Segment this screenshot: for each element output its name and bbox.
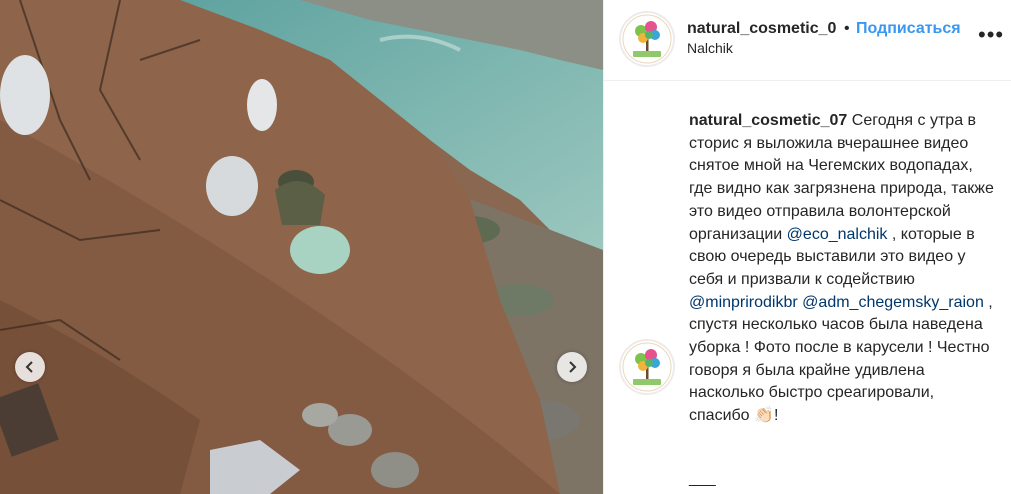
mention-link[interactable]: @minprirodikbr: [689, 294, 798, 311]
chevron-left-icon: [25, 361, 33, 373]
caption-divider-text: ___: [689, 470, 716, 487]
post-username[interactable]: natural_cosmetic_0: [687, 20, 836, 38]
clap-emoji-icon: 👏🏻: [754, 407, 774, 425]
photo-illustration: [0, 0, 603, 494]
caption-text: Сегодня с утра в сторис я выложила вчера…: [689, 112, 994, 243]
caption-author[interactable]: natural_cosmetic_07: [689, 112, 847, 129]
eco-cosmetics-logo-icon: [622, 342, 672, 392]
post-side-panel: natural_cosmetic_0 • Подписаться Nalchik…: [603, 0, 1011, 494]
more-options-icon[interactable]: •••: [978, 24, 1004, 46]
eco-cosmetics-logo-icon: [622, 14, 672, 64]
caption-end: !: [773, 407, 779, 425]
post-location[interactable]: Nalchik: [687, 40, 733, 56]
mention-link[interactable]: @adm_chegemsky_raion: [802, 294, 984, 311]
carousel-prev-button[interactable]: [15, 352, 45, 382]
avatar[interactable]: [619, 11, 675, 67]
post-header: natural_cosmetic_0 • Подписаться Nalchik…: [604, 0, 1011, 81]
post-caption: natural_cosmetic_07 Сегодня с утра в сто…: [689, 110, 994, 428]
follow-button[interactable]: Подписаться: [856, 20, 961, 38]
caption-avatar[interactable]: [619, 339, 675, 395]
caption-text: , спустя несколько часов была наведена у…: [689, 293, 993, 425]
carousel-next-button[interactable]: [557, 352, 587, 382]
mention-link[interactable]: @eco_nalchik: [787, 226, 888, 243]
post-photo[interactable]: [0, 0, 603, 494]
chevron-right-icon: [569, 361, 577, 373]
separator-dot: •: [844, 20, 850, 37]
